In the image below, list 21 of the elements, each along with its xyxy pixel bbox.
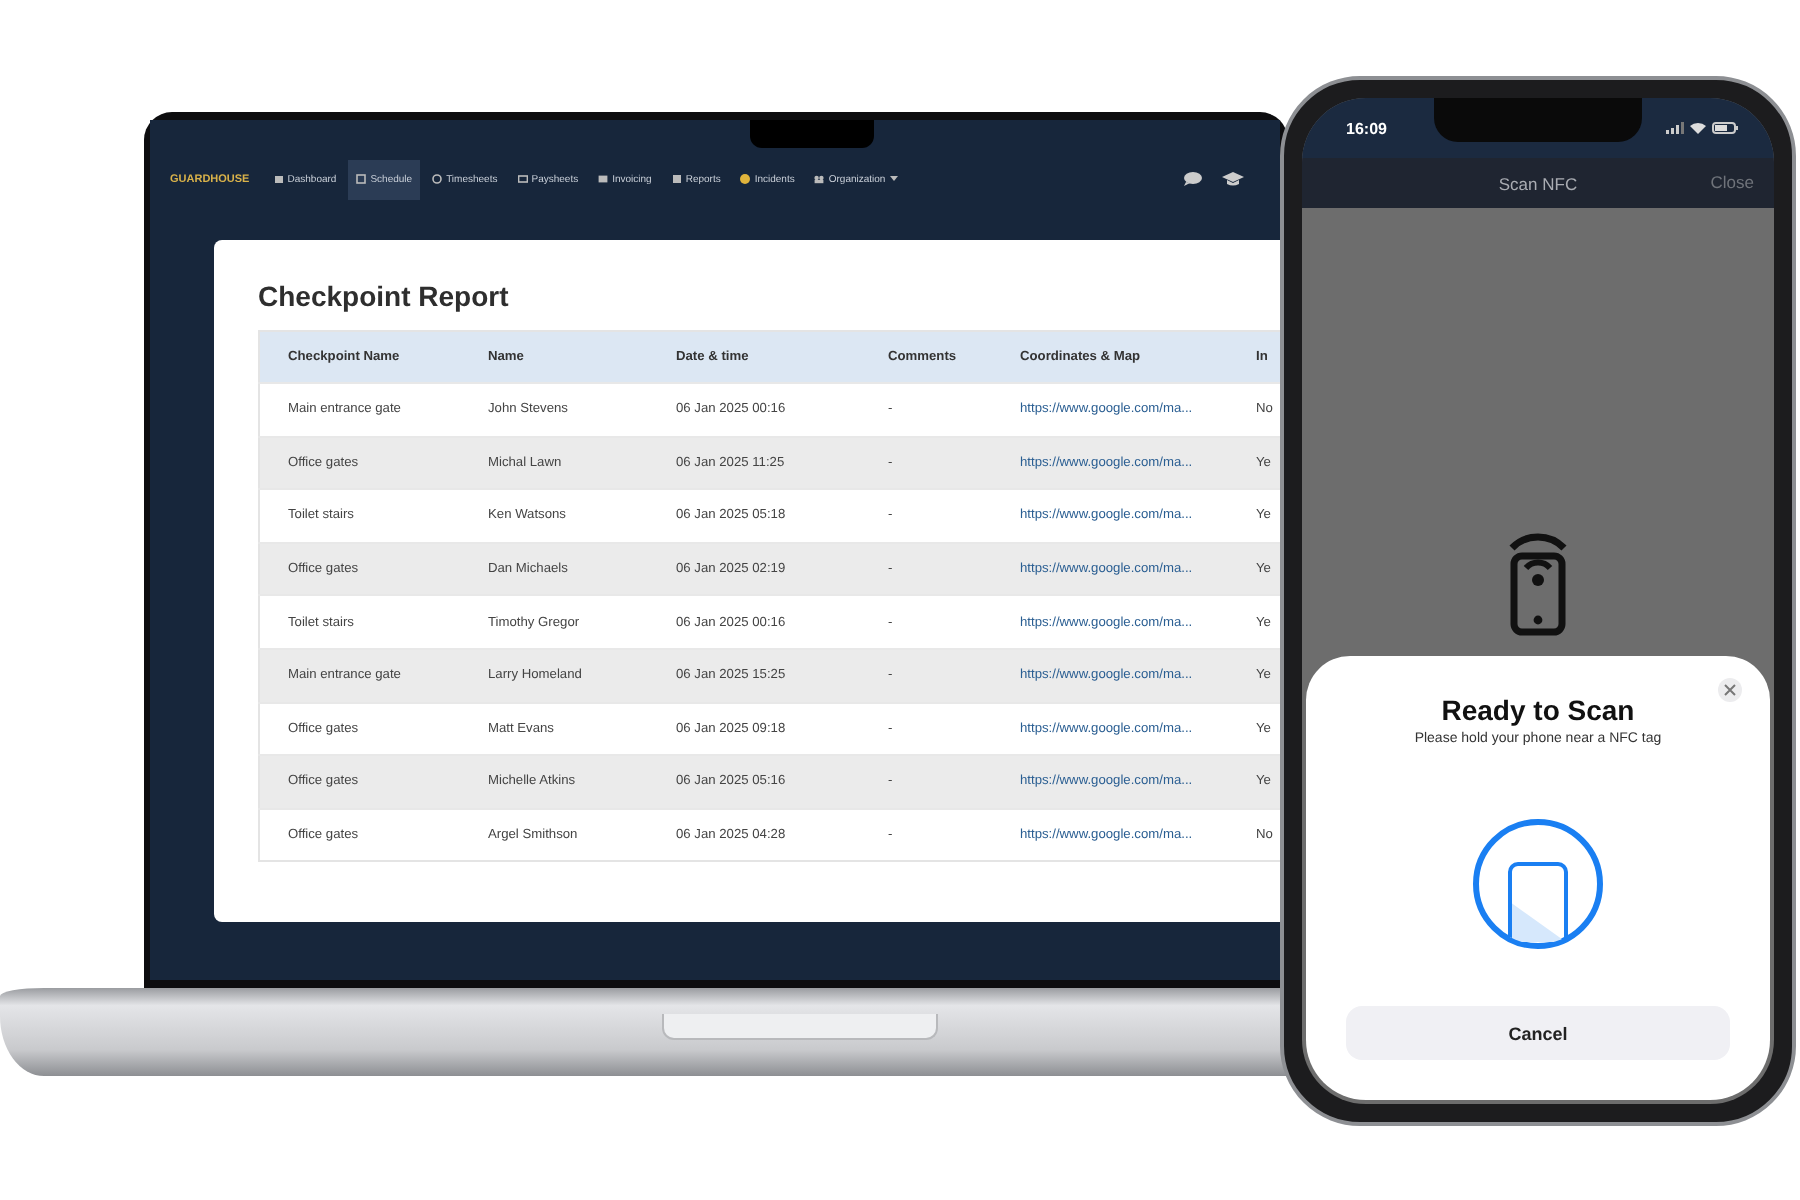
report-title: Checkpoint Report bbox=[258, 280, 511, 312]
alert-icon bbox=[740, 174, 751, 184]
signal-icon bbox=[1666, 122, 1684, 134]
screen-title: Scan NFC bbox=[1498, 173, 1578, 193]
list-icon bbox=[671, 174, 682, 184]
status-time: 16:09 bbox=[1346, 119, 1387, 137]
dashboard-icon bbox=[273, 174, 284, 184]
clock-icon bbox=[432, 174, 443, 184]
people-icon bbox=[814, 174, 825, 184]
wifi-icon bbox=[1690, 122, 1706, 134]
calendar-icon bbox=[356, 174, 367, 184]
battery-icon bbox=[1712, 122, 1738, 134]
chat-icon[interactable] bbox=[1184, 172, 1202, 186]
table-icon bbox=[598, 174, 609, 184]
sheet-title: Ready to Scan bbox=[1441, 694, 1635, 726]
cancel-button[interactable]: Cancel bbox=[1346, 1006, 1730, 1060]
graduation-cap-icon[interactable] bbox=[1222, 172, 1244, 186]
phone-scan-icon bbox=[1472, 818, 1604, 950]
camera-notch bbox=[750, 120, 874, 148]
card-icon bbox=[517, 174, 528, 184]
close-icon[interactable] bbox=[1718, 678, 1742, 702]
